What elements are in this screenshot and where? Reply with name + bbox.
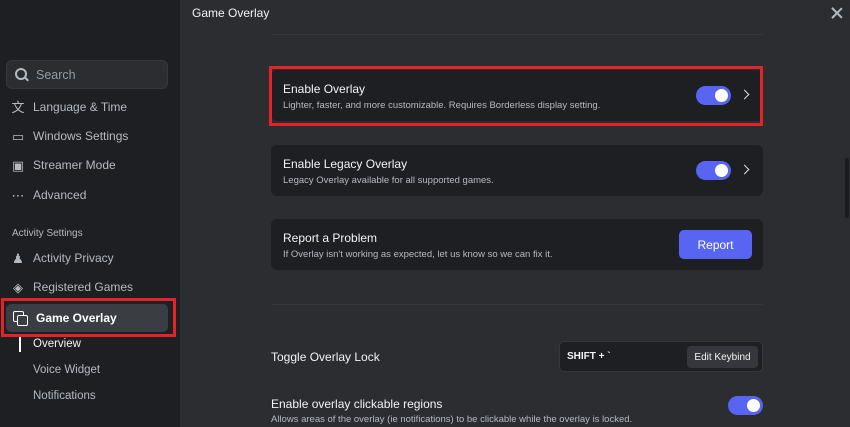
subitem-notifications[interactable]: Notifications xyxy=(33,390,96,402)
card-description: Legacy Overlay available for all support… xyxy=(283,175,494,186)
section-header-activity: Activity Settings xyxy=(12,228,83,239)
gamepad-icon: ◈ xyxy=(13,279,23,295)
streamer-icon: ▣ xyxy=(11,157,25,173)
sidebar-item-label: Streamer Mode xyxy=(33,158,116,172)
sidebar-item-label: Language & Time xyxy=(33,100,128,114)
person-icon: ♟ xyxy=(12,250,24,266)
subitem-voice-widget[interactable]: Voice Widget xyxy=(33,364,100,376)
search-input[interactable]: Search xyxy=(6,60,168,89)
sidebar-item-label: Advanced xyxy=(33,188,87,202)
sidebar-item-advanced[interactable]: ⋯ Advanced xyxy=(10,183,170,207)
sidebar-item-activity-privacy[interactable]: ♟ Activity Privacy xyxy=(10,246,170,270)
divider xyxy=(271,34,763,35)
divider xyxy=(271,304,763,305)
overlay-lock-label: Toggle Overlay Lock xyxy=(271,350,380,364)
keybind-value: SHIFT + ` xyxy=(567,351,611,362)
sidebar-item-streamer-mode[interactable]: ▣ Streamer Mode xyxy=(10,153,170,177)
edit-keybind-button[interactable]: Edit Keybind xyxy=(687,346,758,368)
clickable-regions-description: Allows areas of the overlay (ie notifica… xyxy=(271,414,633,425)
keybind-field[interactable]: SHIFT + ` Edit Keybind xyxy=(559,341,763,372)
scrollbar[interactable] xyxy=(845,158,849,218)
active-subitem-indicator xyxy=(19,337,21,352)
clickable-regions-label: Enable overlay clickable regions xyxy=(271,397,443,411)
settings-sidebar: Search 文 Language & Time ▭ Windows Setti… xyxy=(0,0,180,427)
page-title: Game Overlay xyxy=(192,6,270,20)
search-icon xyxy=(15,67,29,82)
sidebar-item-registered-games[interactable]: ◈ Registered Games xyxy=(10,275,170,299)
language-icon: 文 xyxy=(11,99,25,115)
card-description: If Overlay isn't working as expected, le… xyxy=(283,249,553,260)
search-placeholder: Search xyxy=(36,67,76,82)
more-dots-icon: ⋯ xyxy=(11,187,25,203)
legacy-overlay-toggle[interactable] xyxy=(696,161,731,180)
monitor-icon: ▭ xyxy=(11,128,25,144)
highlight-box-enable-overlay xyxy=(269,66,763,126)
report-button[interactable]: Report xyxy=(679,230,752,259)
sidebar-item-windows-settings[interactable]: ▭ Windows Settings xyxy=(10,124,170,148)
sidebar-item-label: Windows Settings xyxy=(33,129,129,143)
card-legacy-overlay[interactable]: Enable Legacy Overlay Legacy Overlay ava… xyxy=(271,145,763,196)
sidebar-item-label: Registered Games xyxy=(33,280,134,294)
sidebar-item-label: Activity Privacy xyxy=(33,251,114,265)
card-title: Report a Problem xyxy=(283,231,378,245)
highlight-box-sidebar xyxy=(1,298,176,337)
close-icon[interactable] xyxy=(830,6,844,20)
clickable-regions-toggle[interactable] xyxy=(728,396,763,415)
card-report-problem: Report a Problem If Overlay isn't workin… xyxy=(271,219,763,270)
subitem-overview[interactable]: Overview xyxy=(33,338,81,350)
card-title: Enable Legacy Overlay xyxy=(283,157,408,171)
chevron-right-icon[interactable] xyxy=(739,164,750,175)
sidebar-item-language[interactable]: 文 Language & Time xyxy=(10,95,170,119)
